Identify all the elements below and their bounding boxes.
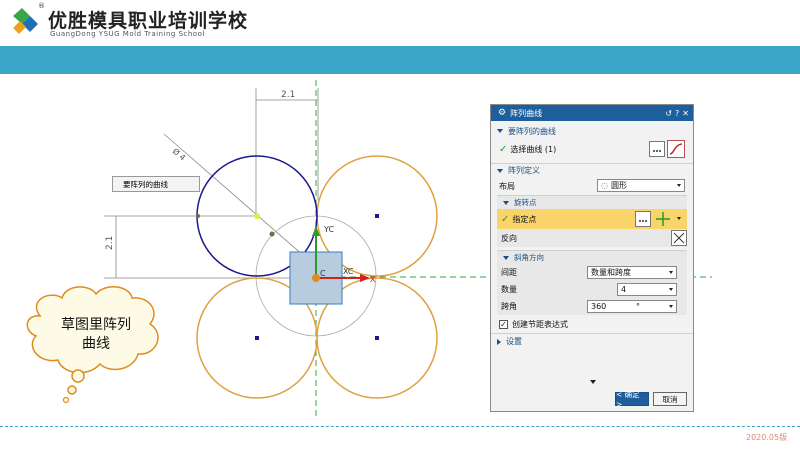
cancel-button[interactable]: 取消 xyxy=(653,392,687,406)
spacing-value: 数量和跨度 xyxy=(591,268,631,277)
thought-bubble-dot xyxy=(71,369,85,383)
pitch-expression-label: 创建节距表达式 xyxy=(512,319,568,329)
span-value: 360 xyxy=(591,302,607,311)
origin-point[interactable] xyxy=(312,274,320,282)
title-banner xyxy=(0,46,800,74)
center-marker xyxy=(375,336,379,340)
help-icon[interactable]: ? xyxy=(675,109,679,118)
count-value: 4 xyxy=(621,285,627,294)
header: ® 优胜模具职业培训学校 GuangDong YSUG Mold Trainin… xyxy=(0,0,800,46)
span-label: 跨角 xyxy=(501,302,517,311)
section-define-header[interactable]: 阵列定义 xyxy=(491,163,693,177)
select-curve-icon[interactable] xyxy=(667,140,685,158)
layout-value: 圆形 xyxy=(610,181,627,190)
count-label: 数量 xyxy=(501,285,517,294)
thought-bubble-dot xyxy=(62,396,70,404)
section-settings-header[interactable]: 设置 xyxy=(491,333,693,349)
section-settings-label: 设置 xyxy=(506,337,522,346)
bubble-line-2: 曲线 xyxy=(82,336,110,352)
y-axis-label: YC xyxy=(323,225,334,234)
source-center-point xyxy=(254,213,260,219)
section-define-label: 阵列定义 xyxy=(508,166,540,175)
curve-rule-icon[interactable] xyxy=(649,141,665,157)
callout-text: 要阵列的曲线 xyxy=(123,179,168,189)
dimension-top-text: 2.1 xyxy=(281,90,295,100)
close-icon[interactable]: ✕ xyxy=(682,109,689,118)
layout-label: 布局 xyxy=(499,181,515,191)
span-row: 跨角 360 ° xyxy=(497,298,687,315)
specify-point-label: 指定点 xyxy=(512,214,537,224)
dimension-diameter-text: Ø 4 xyxy=(171,146,188,163)
select-curve-row[interactable]: ✓ 选择曲线 (1) xyxy=(491,138,693,160)
count-input[interactable]: 4 xyxy=(617,283,677,296)
specify-point-row[interactable]: ✓ 指定点 xyxy=(497,209,687,229)
footer-divider xyxy=(0,426,800,427)
point-dialog-icon[interactable] xyxy=(635,211,651,227)
ok-button[interactable]: < 确定 > xyxy=(615,390,649,409)
x-axis-label: XC xyxy=(343,267,354,276)
angle-direction-group: 斜角方向 间距 数量和跨度 数量 4 跨角 360 ° xyxy=(497,250,687,315)
checkbox[interactable]: ✓ xyxy=(499,319,508,329)
pattern-curve-dialog: ⚙ 阵列曲线 ↺ ? ✕ 要阵列的曲线 ✓ 选择曲线 (1) 阵列定义 布局 ◌… xyxy=(490,104,694,412)
origin-label: C xyxy=(320,269,326,278)
count-row: 数量 4 xyxy=(497,281,687,298)
ok-label: < 确定 > xyxy=(616,390,640,409)
section-curves-label: 要阵列的曲线 xyxy=(508,126,556,136)
footer-date: 2020.05版 xyxy=(746,433,788,442)
cancel-label: 取消 xyxy=(662,394,678,404)
reverse-direction-icon[interactable] xyxy=(671,230,687,246)
expand-more-icon[interactable] xyxy=(590,380,596,384)
sub-angle-header[interactable]: 斜角方向 xyxy=(497,251,687,264)
span-unit: ° xyxy=(636,302,640,311)
registered-mark: ® xyxy=(38,2,45,10)
sub-angle-label: 斜角方向 xyxy=(514,253,544,262)
center-marker xyxy=(255,336,259,340)
sub-rotate-header[interactable]: 旋转点 xyxy=(497,196,687,209)
sub-rotate-label: 旋转点 xyxy=(514,198,537,207)
school-name-en: GuangDong YSUG Mold Training School xyxy=(50,30,205,38)
circular-layout-icon: ◌ xyxy=(601,181,608,190)
pitch-expression-row[interactable]: ✓ 创建节距表达式 xyxy=(491,315,693,333)
dimension-left-text: 2.1 xyxy=(105,236,115,250)
school-logo-icon xyxy=(13,8,38,34)
span-input[interactable]: 360 ° xyxy=(587,300,677,313)
select-curve-label: 选择曲线 (1) xyxy=(510,144,557,154)
point-dropdown-icon[interactable] xyxy=(677,217,681,220)
x-axis-end-label: X xyxy=(370,275,376,284)
rotation-point-group: 旋转点 ✓ 指定点 反向 xyxy=(497,195,687,247)
sketch-point xyxy=(269,231,275,237)
check-icon: ✓ xyxy=(499,143,508,155)
dialog-title: 阵列曲线 xyxy=(510,108,543,118)
thought-bubble-dot xyxy=(67,385,77,395)
gear-icon: ⚙ xyxy=(498,108,507,118)
layout-select[interactable]: ◌ 圆形 xyxy=(597,179,685,192)
inferred-point-icon[interactable] xyxy=(655,211,671,227)
school-name: 优胜模具职业培训学校 xyxy=(48,10,249,32)
section-curves-header[interactable]: 要阵列的曲线 xyxy=(491,124,693,138)
bubble-text: 草图里阵列 曲线 xyxy=(46,316,146,354)
spacing-label: 间距 xyxy=(501,268,517,277)
center-marker xyxy=(375,214,379,218)
curve-callout-label: 要阵列的曲线 xyxy=(112,176,200,192)
layout-row: 布局 ◌ 圆形 xyxy=(491,177,693,195)
sketch-point xyxy=(196,214,200,218)
dialog-title-bar: ⚙ 阵列曲线 ↺ ? ✕ xyxy=(491,105,693,121)
bubble-line-1: 草图里阵列 xyxy=(61,317,131,333)
reverse-row: 反向 xyxy=(497,229,687,247)
diameter-leader-line xyxy=(163,133,305,257)
check-icon: ✓ xyxy=(501,213,510,225)
spacing-select[interactable]: 数量和跨度 xyxy=(587,266,677,279)
reverse-label: 反向 xyxy=(501,233,517,243)
spacing-row: 间距 数量和跨度 xyxy=(497,264,687,281)
refresh-icon[interactable]: ↺ xyxy=(665,109,672,118)
